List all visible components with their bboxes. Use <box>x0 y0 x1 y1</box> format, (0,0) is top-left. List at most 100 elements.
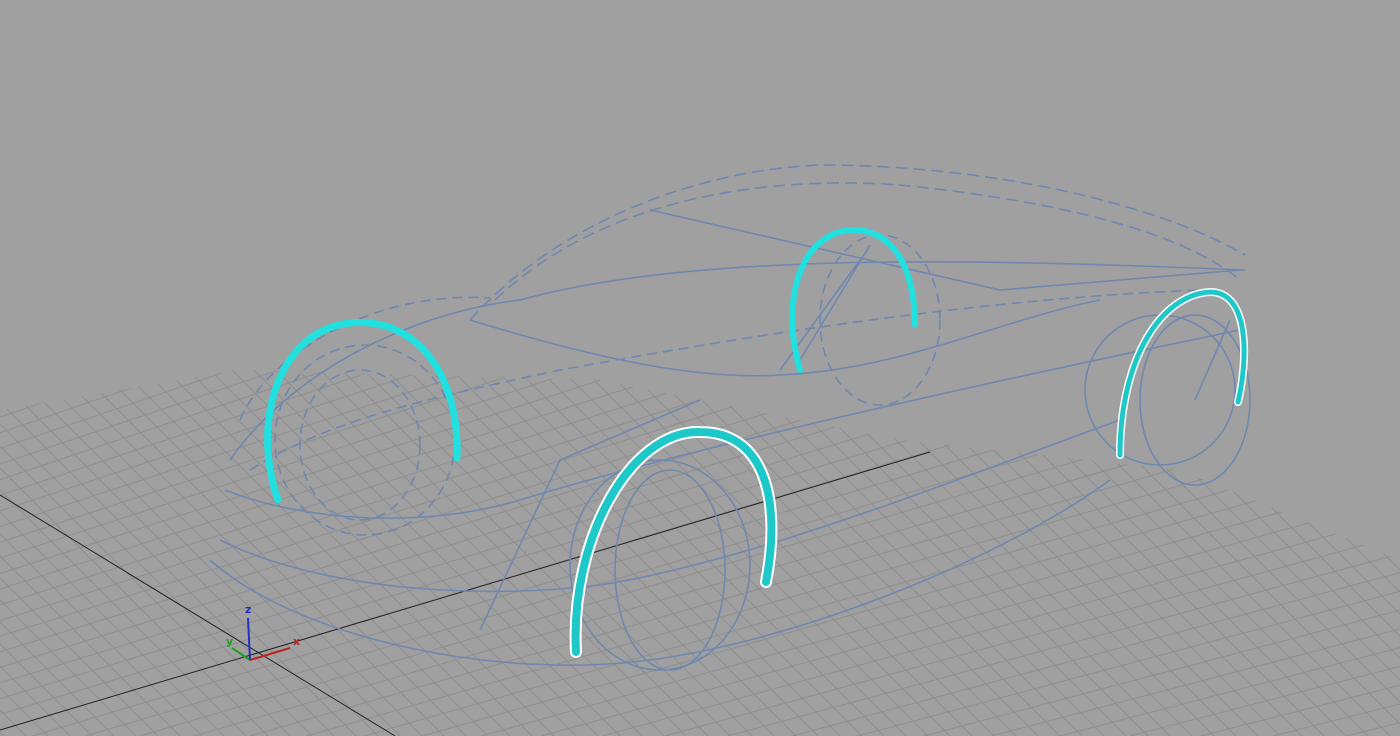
grid-line <box>0 10 1400 480</box>
grid-line <box>0 0 1054 370</box>
grid-line <box>1130 300 1400 570</box>
grid-line <box>0 0 26 10</box>
grid-line <box>86 348 1400 736</box>
3d-viewport[interactable]: x y z <box>0 0 1400 736</box>
grid-line <box>118 300 554 736</box>
axis-z-label: z <box>245 603 251 616</box>
grid-line <box>800 300 1236 736</box>
grid-line <box>0 0 953 339</box>
grid-line <box>448 300 884 736</box>
rear-right-arch <box>1120 292 1244 455</box>
grid-line <box>0 600 136 736</box>
grid-line <box>0 424 312 736</box>
grid-line <box>844 300 1280 736</box>
grid-line <box>1347 723 1400 736</box>
grid-line <box>364 441 1400 736</box>
grid-line <box>1060 648 1400 736</box>
grid-line <box>0 104 1400 558</box>
grid-line <box>0 0 105 42</box>
grid-line <box>1372 300 1400 328</box>
grid-line <box>272 300 708 736</box>
grid-line <box>998 300 1400 702</box>
grid-line <box>1306 300 1400 394</box>
grid-line <box>206 300 642 736</box>
grid-line <box>1042 300 1400 658</box>
grid-line <box>924 610 1400 736</box>
grid-line <box>0 0 854 308</box>
grid-line <box>858 591 1400 736</box>
grid-line <box>0 0 711 261</box>
grid-line <box>778 300 1214 736</box>
grid-line <box>0 0 1158 401</box>
grid-line <box>0 0 806 292</box>
grid-line <box>1240 300 1400 460</box>
grid-line <box>646 300 1082 736</box>
rear-left-arch <box>792 230 915 370</box>
grid-line <box>0 0 664 245</box>
grid-line <box>0 122 1400 573</box>
grid-line <box>624 300 1060 736</box>
grid-line <box>0 402 334 736</box>
grid-line <box>668 300 1104 736</box>
grid-line <box>0 0 527 198</box>
grid-line <box>0 0 758 276</box>
grid-line <box>1328 300 1400 372</box>
grid-line <box>0 666 70 736</box>
grid-line <box>0 0 352 136</box>
grid-line <box>0 0 483 182</box>
grid-line <box>0 622 114 736</box>
grid-line <box>0 141 1400 589</box>
grid-line <box>1201 685 1400 736</box>
grid-line <box>976 300 1400 724</box>
grid-line <box>0 0 618 229</box>
grid-line <box>74 300 510 736</box>
z-axis-arrow <box>248 618 250 660</box>
grid-line <box>0 0 268 104</box>
grid-line <box>0 0 573 214</box>
grid-line <box>32 329 1400 736</box>
grid-line <box>0 468 268 736</box>
grid-line <box>1284 300 1400 416</box>
grid-line <box>866 300 1302 736</box>
grid-line <box>0 0 1265 433</box>
grid-line <box>0 0 185 73</box>
grid-line <box>0 0 310 120</box>
grid-line <box>0 85 1400 542</box>
grid-line <box>932 300 1368 736</box>
grid-line <box>422 460 1400 736</box>
grid-line <box>1174 300 1400 526</box>
grid-line <box>0 644 92 736</box>
grid-line <box>822 300 1258 736</box>
grid-line <box>0 0 1374 464</box>
rear-right-arch-inner <box>1120 292 1244 455</box>
grid-line <box>0 732 4 736</box>
grid-line <box>0 0 145 57</box>
grid-line <box>0 0 226 89</box>
grid-line <box>250 300 686 736</box>
grid-line <box>1273 704 1400 736</box>
grid-line <box>910 300 1346 736</box>
grid-line <box>0 0 395 151</box>
grid-line <box>1152 300 1400 548</box>
axis-y-label: y <box>226 635 233 648</box>
grid-line <box>307 423 1400 736</box>
grid-line <box>0 0 65 26</box>
grid-line <box>0 490 246 736</box>
grid-line <box>0 29 1400 496</box>
grid-line <box>0 0 1003 355</box>
grid-line <box>360 300 796 736</box>
grid-line <box>0 0 439 167</box>
grid-line <box>52 300 488 736</box>
grid-line <box>1262 300 1400 438</box>
axis-x-label: x <box>293 635 300 648</box>
grid-line <box>0 197 1400 636</box>
grid-line <box>1394 300 1400 306</box>
ground-grid <box>0 0 1400 736</box>
grid-line <box>690 300 1126 736</box>
grid-line <box>0 0 903 323</box>
grid-line <box>1350 300 1400 350</box>
grid-line <box>0 314 422 736</box>
grid-line <box>0 0 1211 417</box>
grid-line <box>0 556 180 736</box>
grid-line <box>0 512 224 736</box>
